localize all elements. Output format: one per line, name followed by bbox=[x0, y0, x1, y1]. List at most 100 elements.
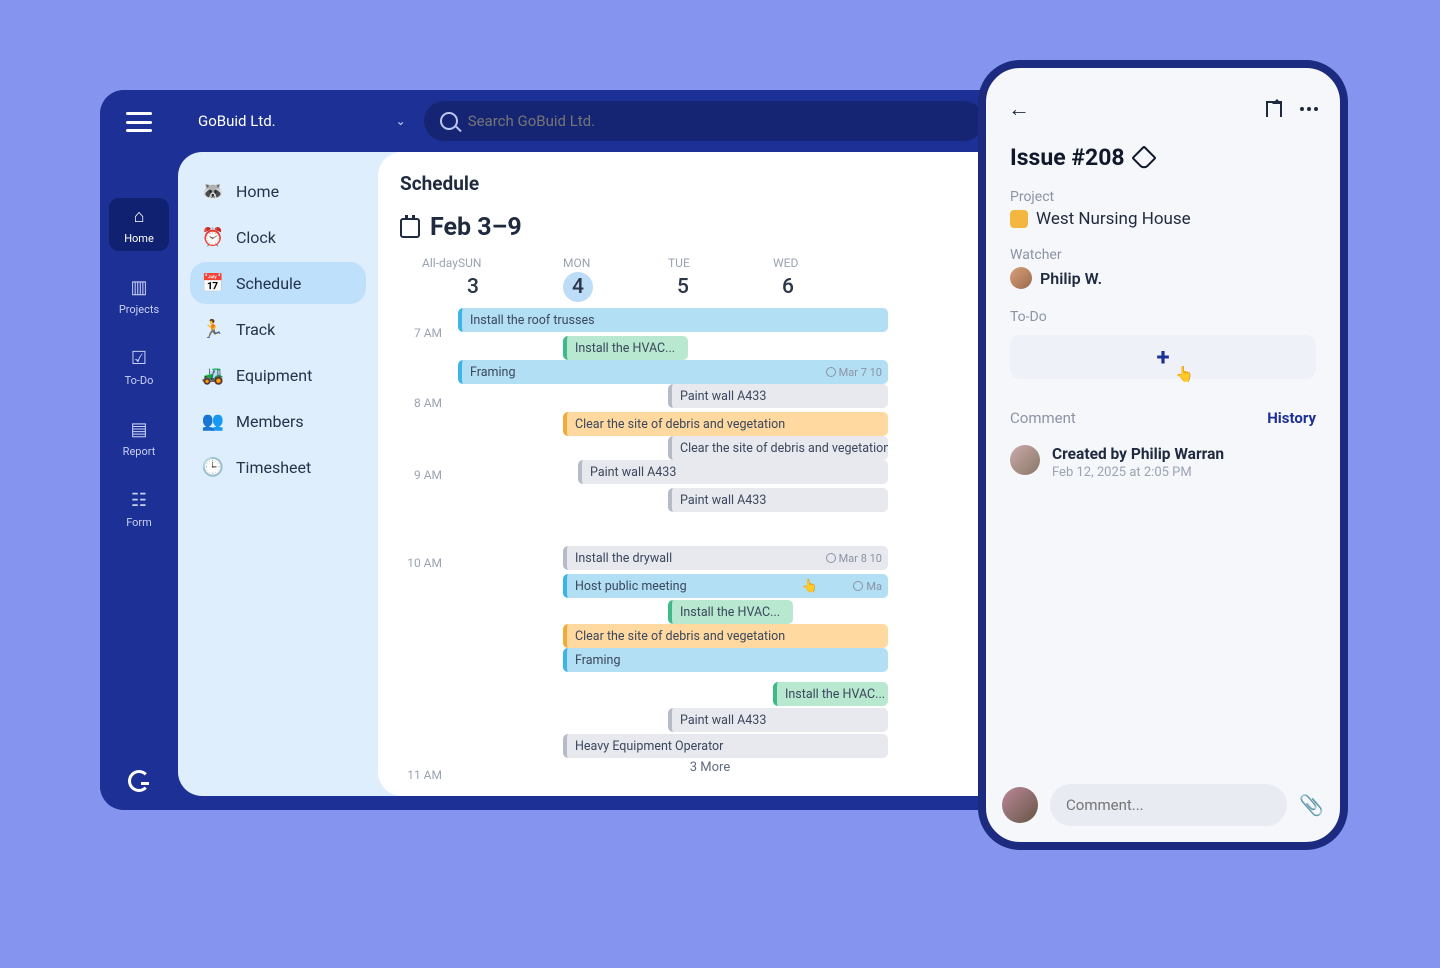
dow: TUE bbox=[668, 256, 773, 270]
sidebar-label: Members bbox=[236, 412, 304, 431]
search-input[interactable] bbox=[468, 112, 968, 130]
day-num: 6 bbox=[773, 272, 803, 302]
calendar-outline-icon bbox=[400, 218, 420, 238]
event-block[interactable]: Host public meeting Ma👆 bbox=[563, 574, 888, 598]
activity-item: Created by Philip Warran Feb 12, 2025 at… bbox=[986, 437, 1340, 488]
rail-projects-label: Projects bbox=[119, 303, 159, 316]
add-todo-button[interactable]: + 👆 bbox=[1010, 335, 1316, 379]
event-block[interactable]: Clear the site of debris and vegetation bbox=[668, 436, 888, 460]
secondary-nav: 🦝 Home ⏰ Clock 📅Schedule 🏃Track 🚜Equipment… bbox=[178, 152, 378, 796]
day-col-tue[interactable]: TUE 5 bbox=[668, 256, 773, 302]
allday-label: All-day bbox=[422, 256, 458, 270]
day-num: 5 bbox=[668, 272, 698, 302]
sidebar-item-schedule[interactable]: 📅Schedule bbox=[190, 262, 366, 304]
tab-comment[interactable]: Comment bbox=[1010, 409, 1076, 427]
day-num: 3 bbox=[458, 272, 488, 302]
raccoon-icon: 🦝 bbox=[202, 180, 224, 202]
issue-tabs: Comment History bbox=[986, 395, 1340, 437]
dow: MON bbox=[563, 256, 668, 270]
plus-icon: + bbox=[1156, 343, 1169, 371]
event-block[interactable]: Install the HVAC... bbox=[668, 600, 793, 624]
event-block[interactable]: Paint wall A433 bbox=[668, 708, 888, 732]
comment-input[interactable] bbox=[1066, 796, 1271, 814]
day-col-mon[interactable]: MON 4 bbox=[563, 256, 668, 302]
calendar-icon: 📅 bbox=[202, 272, 224, 294]
sidebar-item-clock[interactable]: ⏰ Clock bbox=[190, 216, 366, 258]
more-icon[interactable] bbox=[1300, 107, 1318, 111]
hour-label: 9 AM bbox=[400, 468, 450, 482]
issue-title: Issue #208 bbox=[1010, 144, 1125, 171]
sidebar-item-track[interactable]: 🏃Track bbox=[190, 308, 366, 350]
project-color-chip bbox=[1010, 210, 1028, 228]
sidebar-label: Timesheet bbox=[236, 458, 311, 477]
attach-icon[interactable]: 📎 bbox=[1299, 793, 1324, 817]
event-block[interactable]: Heavy Equipment Operator bbox=[563, 734, 888, 758]
share-icon[interactable] bbox=[1266, 101, 1282, 117]
avatar-icon bbox=[1010, 445, 1040, 475]
sidebar-label: Clock bbox=[236, 228, 276, 247]
clock-icon: ⏰ bbox=[202, 226, 224, 248]
event-block[interactable]: Install the HVAC... bbox=[563, 336, 688, 360]
todo-label: To-Do bbox=[1010, 309, 1316, 325]
dow: SUN bbox=[458, 256, 563, 270]
tab-history[interactable]: History bbox=[1267, 409, 1316, 427]
avatar-icon bbox=[1010, 267, 1032, 289]
sidebar-item-members[interactable]: 👥Members bbox=[190, 400, 366, 442]
home-icon: ⌂ bbox=[127, 204, 151, 228]
form-icon: ☷ bbox=[127, 488, 151, 512]
event-block[interactable]: Install the HVAC... bbox=[773, 682, 888, 706]
event-block[interactable]: Paint wall A433 bbox=[578, 460, 888, 484]
watcher-name: Philip W. bbox=[1040, 269, 1102, 288]
day-col-wed[interactable]: WED6 bbox=[773, 256, 878, 302]
activity-text: Created by Philip Warran bbox=[1052, 445, 1224, 463]
activity-time: Feb 12, 2025 at 2:05 PM bbox=[1052, 465, 1224, 480]
org-name: GoBuid Ltd. bbox=[198, 112, 276, 130]
search-bar[interactable] bbox=[424, 101, 984, 141]
sidebar-label: Track bbox=[236, 320, 275, 339]
sidebar-item-home[interactable]: 🦝 Home bbox=[190, 170, 366, 212]
chevron-down-icon: ⌄ bbox=[396, 114, 406, 128]
org-selector[interactable]: GoBuid Ltd. ⌄ bbox=[198, 112, 406, 130]
menu-icon[interactable] bbox=[126, 112, 152, 132]
equipment-icon: 🚜 bbox=[202, 364, 224, 386]
todo-icon: ☑ bbox=[127, 346, 151, 370]
event-block[interactable]: Clear the site of debris and vegetation bbox=[563, 624, 888, 648]
event-block[interactable]: Install the roof trusses bbox=[458, 308, 888, 332]
event-block[interactable]: Framing Mar 7 10 bbox=[458, 360, 888, 384]
sidebar-label: Home bbox=[236, 182, 279, 201]
rail-report[interactable]: ▤ Report bbox=[109, 411, 169, 464]
event-block[interactable]: Paint wall A433 bbox=[668, 384, 888, 408]
more-events[interactable]: 3 More bbox=[610, 760, 810, 775]
rail-todo[interactable]: ☑ To-Do bbox=[109, 340, 169, 393]
rail-form[interactable]: ☷ Form bbox=[109, 482, 169, 535]
event-block[interactable]: Paint wall A433 bbox=[668, 488, 888, 512]
brand-logo-icon bbox=[128, 770, 150, 792]
day-col-sun[interactable]: SUN 3 bbox=[458, 256, 563, 302]
rail-projects[interactable]: ▥ Projects bbox=[109, 269, 169, 322]
hour-label: 11 AM bbox=[400, 768, 450, 782]
event-block[interactable]: Install the drywall Mar 8 10 bbox=[563, 546, 888, 570]
event-meta: Mar 7 10 bbox=[826, 366, 882, 379]
phone-topbar: ← bbox=[986, 68, 1340, 132]
project-label: Project bbox=[986, 189, 1340, 205]
project-name: West Nursing House bbox=[1036, 209, 1191, 229]
rail-home[interactable]: ⌂ Home bbox=[109, 198, 169, 251]
hour-label: 7 AM bbox=[400, 326, 450, 340]
sidebar-item-timesheet[interactable]: 🕒Timesheet bbox=[190, 446, 366, 488]
event-meta: Mar 8 10 bbox=[826, 552, 882, 565]
date-range-text: Feb 3–9 bbox=[430, 213, 522, 242]
watcher-row[interactable]: Philip W. bbox=[986, 263, 1340, 309]
project-row[interactable]: West Nursing House bbox=[986, 205, 1340, 247]
rail-todo-label: To-Do bbox=[125, 374, 154, 387]
comment-input-wrap[interactable] bbox=[1050, 784, 1287, 826]
comment-bar: 📎 bbox=[986, 768, 1340, 842]
event-block[interactable]: Framing bbox=[563, 648, 888, 672]
edit-icon[interactable] bbox=[1131, 145, 1156, 170]
day-num: 4 bbox=[563, 272, 593, 302]
sidebar-item-equipment[interactable]: 🚜Equipment bbox=[190, 354, 366, 396]
issue-detail-phone: ← Issue #208 Project West Nursing House … bbox=[978, 60, 1348, 850]
rail-form-label: Form bbox=[126, 516, 152, 529]
hour-label: 10 AM bbox=[400, 556, 450, 570]
back-icon[interactable]: ← bbox=[1008, 96, 1030, 122]
event-block[interactable]: Clear the site of debris and vegetation bbox=[563, 412, 888, 436]
